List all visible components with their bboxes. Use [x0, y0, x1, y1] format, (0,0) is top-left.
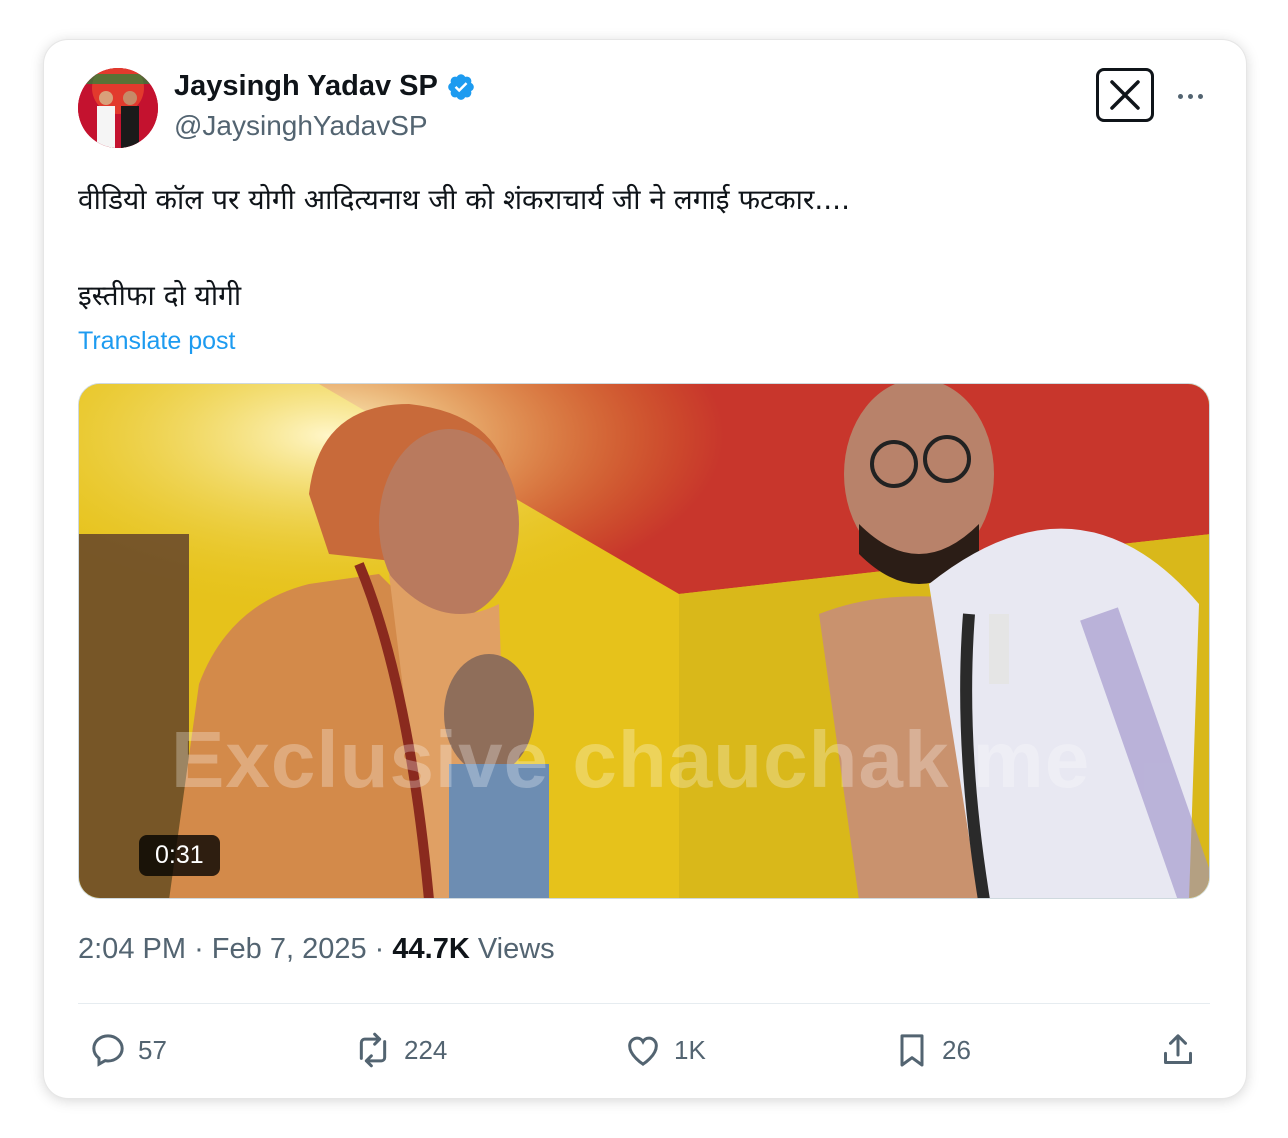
- meta-separator: ·: [194, 933, 204, 965]
- like-count: 1K: [674, 1034, 706, 1065]
- post-date[interactable]: Feb 7, 2025: [212, 933, 367, 965]
- video-thumbnail: [79, 384, 1209, 898]
- post-time[interactable]: 2:04 PM: [78, 933, 186, 965]
- avatar-image: [78, 68, 158, 148]
- share-icon: [1164, 1034, 1192, 1064]
- bookmark-button[interactable]: 26: [892, 1030, 971, 1070]
- reply-icon: [92, 1034, 124, 1067]
- views-label: Views: [477, 933, 555, 965]
- post-card: Jaysingh Yadav SP @JaysinghYadavSP वीडिय…: [44, 40, 1246, 1098]
- post-text-line-1: वीडियो कॉल पर योगी आदित्यनाथ जी को शंकरा…: [78, 183, 850, 216]
- post-text-line-2: इस्तीफा दो योगी: [78, 279, 242, 312]
- like-icon: [628, 1036, 658, 1066]
- bookmark-count: 26: [942, 1034, 971, 1065]
- x-logo-icon[interactable]: [1096, 68, 1154, 122]
- post-meta: 2:04 PM · Feb 7, 2025 · 44.7K Views: [78, 933, 555, 966]
- like-button[interactable]: 1K: [622, 1030, 706, 1070]
- reply-button[interactable]: 57: [88, 1030, 167, 1070]
- video-watermark: Exclusive chauchak me: [171, 715, 1091, 804]
- video-player[interactable]: Exclusive chauchak me 0:31: [78, 383, 1210, 899]
- video-duration-badge: 0:31: [139, 835, 220, 876]
- divider: [78, 1003, 1210, 1004]
- author-handle[interactable]: @JaysinghYadavSP: [174, 110, 428, 142]
- views-count: 44.7K: [392, 933, 470, 965]
- author-name[interactable]: Jaysingh Yadav SP: [174, 70, 438, 103]
- verified-badge-icon: [448, 73, 474, 100]
- bookmark-icon: [900, 1034, 924, 1067]
- repost-icon: [359, 1032, 387, 1068]
- repost-button[interactable]: 224: [352, 1030, 447, 1070]
- more-icon[interactable]: [1172, 76, 1208, 116]
- repost-count: 224: [404, 1034, 448, 1065]
- reply-count: 57: [138, 1034, 167, 1065]
- meta-separator: ·: [374, 933, 385, 965]
- share-button[interactable]: [1158, 1030, 1198, 1070]
- avatar[interactable]: [78, 68, 158, 148]
- author-name-row: Jaysingh Yadav SP: [174, 70, 476, 103]
- translate-post-link[interactable]: Translate post: [78, 327, 235, 356]
